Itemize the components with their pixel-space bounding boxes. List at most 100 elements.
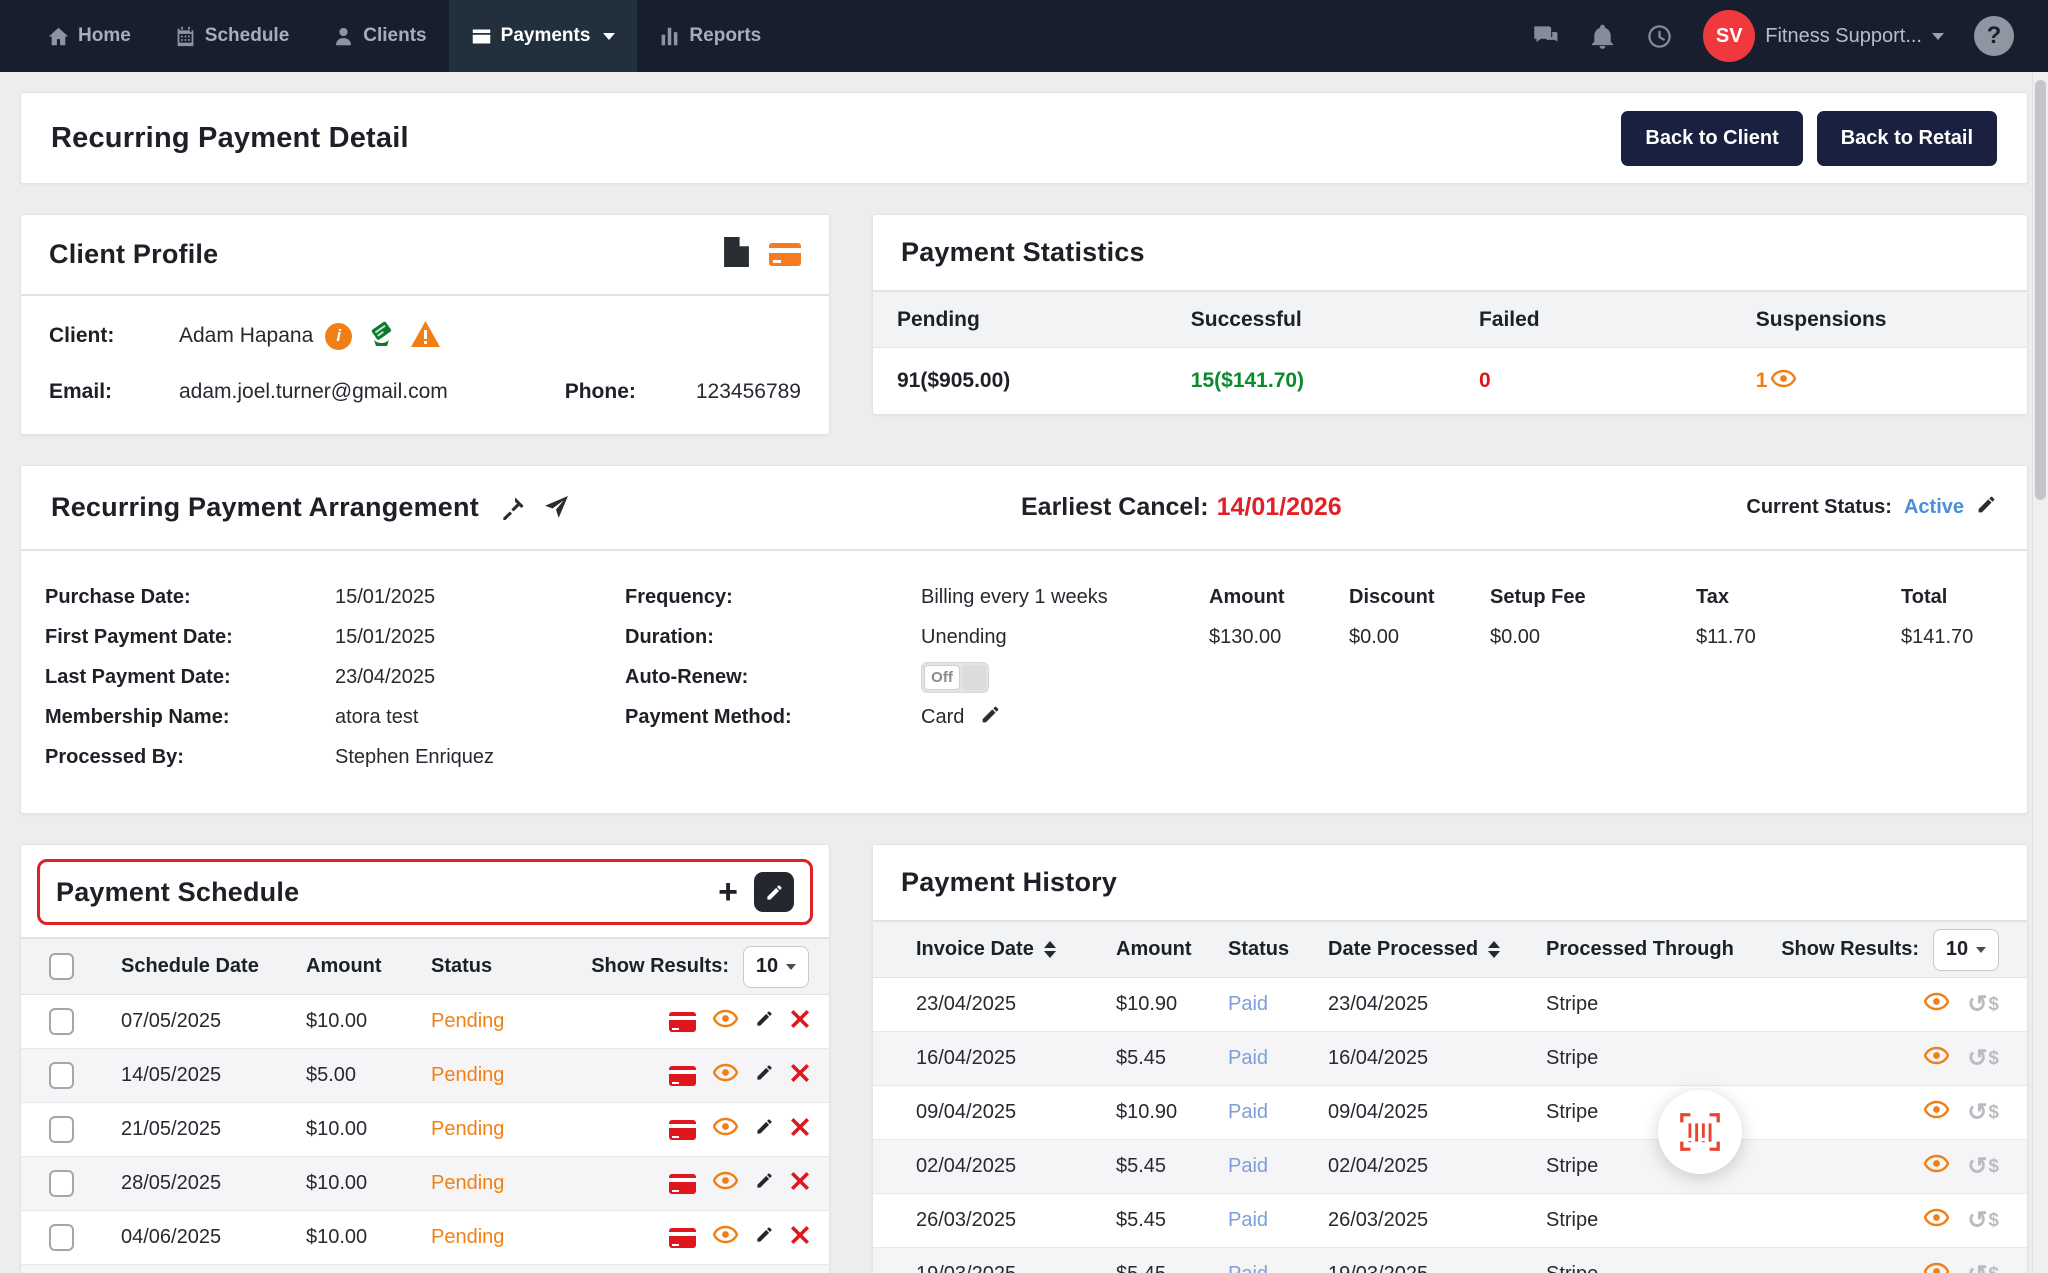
show-results-value: 10: [756, 955, 778, 978]
client-card-icon[interactable]: [769, 243, 801, 266]
history-table-body: 23/04/2025 $10.90 Paid 23/04/2025 Stripe…: [873, 978, 2027, 1273]
notifications-bell-icon[interactable]: [1589, 23, 1616, 50]
date-processed-cell: 23/04/2025: [1328, 993, 1546, 1016]
nav-item-schedule[interactable]: Schedule: [153, 0, 311, 72]
row-checkbox[interactable]: [49, 1116, 74, 1143]
current-status-label: Current Status:: [1746, 496, 1892, 519]
schedule-table-row: 28/05/2025 $10.00 Pending: [21, 1157, 829, 1211]
charge-card-icon[interactable]: [669, 1228, 696, 1248]
nav-label: Reports: [689, 25, 761, 47]
history-clock-icon[interactable]: [1646, 23, 1673, 50]
back-to-retail-button[interactable]: Back to Retail: [1817, 111, 1997, 166]
email-label: Email:: [49, 380, 179, 404]
show-results-select[interactable]: 10: [743, 946, 809, 988]
delete-x-icon[interactable]: [791, 1064, 809, 1088]
nav-item-payments[interactable]: Payments: [449, 0, 638, 72]
view-eye-icon[interactable]: [1924, 1154, 1949, 1179]
refund-icon[interactable]: ↺$: [1967, 1206, 1999, 1235]
invoice-date-cell: 19/03/2025: [916, 1263, 1116, 1273]
edit-pencil-icon[interactable]: [755, 1117, 774, 1142]
client-money-icon[interactable]: [368, 320, 395, 352]
delete-x-icon[interactable]: [791, 1118, 809, 1142]
page-scrollbar[interactable]: [2032, 72, 2048, 1273]
refund-icon[interactable]: ↺$: [1967, 1044, 1999, 1073]
discount-header: Discount: [1349, 577, 1490, 617]
select-all-checkbox[interactable]: [49, 953, 74, 980]
help-icon[interactable]: ?: [1974, 16, 2014, 56]
nav-item-clients[interactable]: Clients: [311, 0, 448, 72]
nav-label: Payments: [501, 25, 591, 47]
refund-icon[interactable]: ↺$: [1967, 1260, 1999, 1273]
view-eye-icon[interactable]: [1924, 992, 1949, 1017]
nav-item-home[interactable]: Home: [26, 0, 153, 72]
view-eye-icon[interactable]: [713, 1117, 738, 1142]
show-results-select[interactable]: 10: [1933, 929, 1999, 971]
barcode-scan-button[interactable]: [1658, 1090, 1742, 1174]
charge-card-icon[interactable]: [669, 1066, 696, 1086]
schedule-table-row: 21/05/2025 $10.00 Pending: [21, 1103, 829, 1157]
history-header-row: Invoice Date Amount Status Date Processe…: [873, 920, 2027, 978]
toggle-knob: [962, 665, 986, 690]
processed-through-cell: Stripe: [1546, 1263, 1924, 1273]
membership-name-value: atora test: [335, 706, 418, 729]
view-eye-icon[interactable]: [1924, 1262, 1949, 1273]
charge-card-icon[interactable]: [669, 1120, 696, 1140]
edit-payment-method-pencil-icon[interactable]: [980, 704, 1001, 731]
delete-x-icon[interactable]: [791, 1172, 809, 1196]
row-checkbox[interactable]: [49, 1224, 74, 1251]
view-eye-icon[interactable]: [713, 1225, 738, 1250]
client-warning-icon[interactable]: [411, 321, 440, 352]
refund-icon[interactable]: ↺$: [1967, 1152, 1999, 1181]
scrollbar-thumb[interactable]: [2035, 80, 2046, 500]
messages-icon[interactable]: [1532, 23, 1559, 50]
edit-pencil-icon[interactable]: [755, 1225, 774, 1250]
edit-status-pencil-icon[interactable]: [1976, 494, 1997, 521]
stats-col-suspensions: Suspensions: [1756, 308, 2027, 332]
edit-schedule-button[interactable]: [754, 872, 794, 912]
history-table-row: 19/03/2025 $5.45 Paid 19/03/2025 Stripe …: [873, 1248, 2027, 1273]
view-eye-icon[interactable]: [1924, 1208, 1949, 1233]
date-processed-column[interactable]: Date Processed: [1328, 938, 1546, 961]
amount-cell: $10.00: [306, 1010, 431, 1033]
client-notes-file-icon[interactable]: [724, 237, 749, 272]
current-status-value[interactable]: Active: [1904, 496, 1964, 519]
row-checkbox[interactable]: [49, 1170, 74, 1197]
status-cell: Pending: [431, 1226, 561, 1249]
view-eye-icon[interactable]: [1924, 1100, 1949, 1125]
earliest-cancel: Earliest Cancel:14/01/2026: [1021, 493, 1342, 522]
date-processed-cell: 09/04/2025: [1328, 1101, 1546, 1124]
refund-icon[interactable]: ↺$: [1967, 1098, 1999, 1127]
row-checkbox[interactable]: [49, 1008, 74, 1035]
invoice-date-column[interactable]: Invoice Date: [916, 938, 1116, 961]
sort-icon[interactable]: [1044, 941, 1056, 958]
gavel-icon[interactable]: [501, 495, 526, 520]
client-profile-card: Client Profile Client: Adam Hapana i: [20, 214, 830, 435]
auto-renew-toggle[interactable]: Off: [921, 662, 989, 693]
view-eye-icon[interactable]: [713, 1063, 738, 1088]
show-results-value: 10: [1946, 938, 1968, 961]
send-icon[interactable]: [544, 495, 569, 520]
edit-pencil-icon[interactable]: [755, 1009, 774, 1034]
sort-icon[interactable]: [1488, 941, 1500, 958]
delete-x-icon[interactable]: [791, 1226, 809, 1250]
delete-x-icon[interactable]: [791, 1010, 809, 1034]
nav-item-reports[interactable]: Reports: [637, 0, 783, 72]
account-menu[interactable]: SV Fitness Support...: [1703, 10, 1944, 62]
row-checkbox[interactable]: [49, 1062, 74, 1089]
charge-card-icon[interactable]: [669, 1174, 696, 1194]
suspensions-eye-icon[interactable]: [1771, 369, 1796, 394]
charge-card-icon[interactable]: [669, 1012, 696, 1032]
nav-label: Schedule: [205, 25, 289, 47]
add-schedule-icon[interactable]: +: [718, 875, 738, 909]
amount-cell: $5.45: [1116, 1209, 1228, 1232]
amount-cell: $5.45: [1116, 1047, 1228, 1070]
client-info-icon[interactable]: i: [325, 323, 352, 350]
edit-pencil-icon[interactable]: [755, 1063, 774, 1088]
view-eye-icon[interactable]: [1924, 1046, 1949, 1071]
processed-through-cell: Stripe: [1546, 1209, 1924, 1232]
back-to-client-button[interactable]: Back to Client: [1621, 111, 1802, 166]
edit-pencil-icon[interactable]: [755, 1171, 774, 1196]
view-eye-icon[interactable]: [713, 1009, 738, 1034]
view-eye-icon[interactable]: [713, 1171, 738, 1196]
refund-icon[interactable]: ↺$: [1967, 990, 1999, 1019]
